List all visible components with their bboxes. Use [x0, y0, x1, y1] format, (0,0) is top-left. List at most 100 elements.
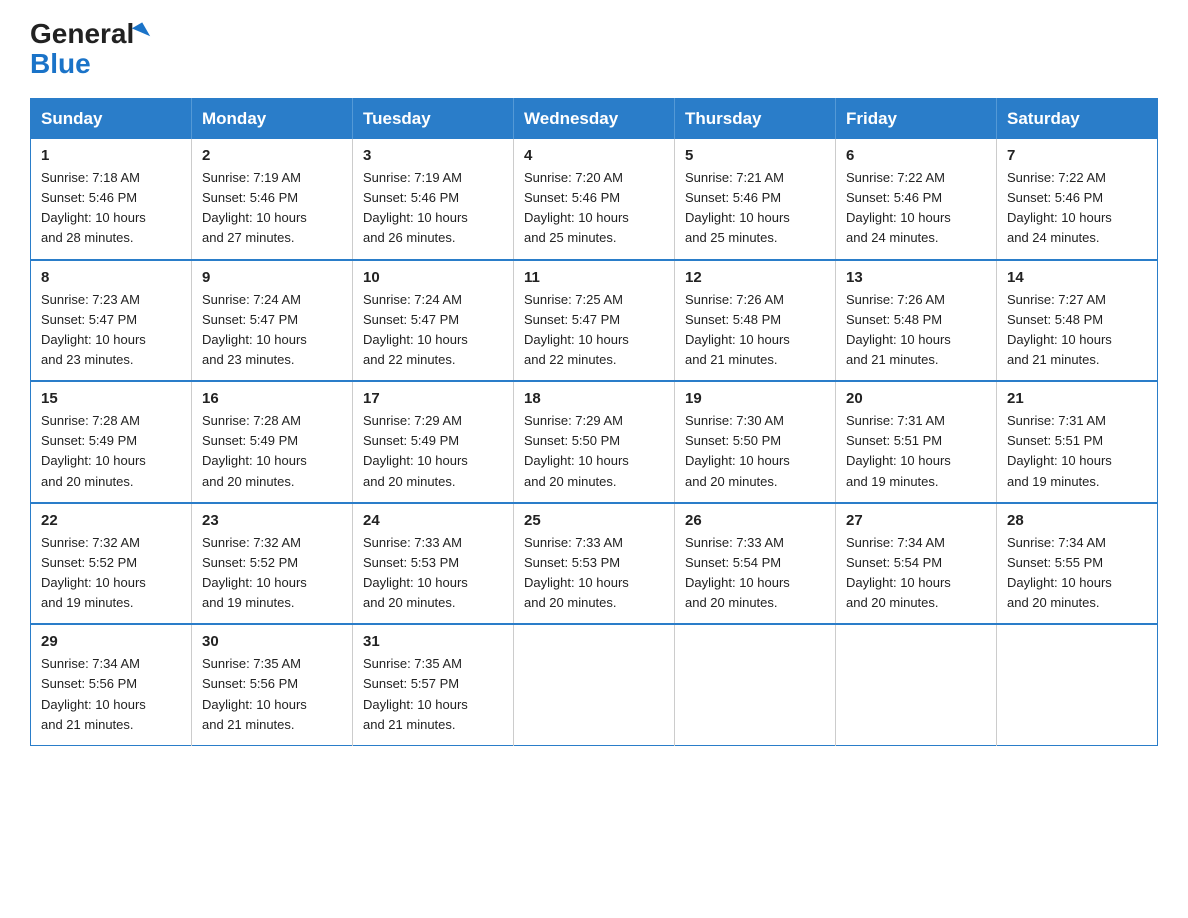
- day-info: Sunrise: 7:35 AMSunset: 5:57 PMDaylight:…: [363, 654, 503, 735]
- calendar-day-cell: 20 Sunrise: 7:31 AMSunset: 5:51 PMDaylig…: [836, 381, 997, 503]
- calendar-week-row: 8 Sunrise: 7:23 AMSunset: 5:47 PMDayligh…: [31, 260, 1158, 382]
- day-number: 15: [41, 390, 181, 407]
- day-number: 2: [202, 147, 342, 164]
- day-info: Sunrise: 7:28 AMSunset: 5:49 PMDaylight:…: [41, 411, 181, 492]
- day-info: Sunrise: 7:34 AMSunset: 5:55 PMDaylight:…: [1007, 533, 1147, 614]
- day-info: Sunrise: 7:28 AMSunset: 5:49 PMDaylight:…: [202, 411, 342, 492]
- calendar-day-cell: 19 Sunrise: 7:30 AMSunset: 5:50 PMDaylig…: [675, 381, 836, 503]
- day-number: 28: [1007, 512, 1147, 529]
- calendar-week-row: 22 Sunrise: 7:32 AMSunset: 5:52 PMDaylig…: [31, 503, 1158, 625]
- day-of-week-header: Wednesday: [514, 99, 675, 140]
- day-number: 22: [41, 512, 181, 529]
- calendar-day-cell: [997, 624, 1158, 745]
- calendar-day-cell: 30 Sunrise: 7:35 AMSunset: 5:56 PMDaylig…: [192, 624, 353, 745]
- day-info: Sunrise: 7:23 AMSunset: 5:47 PMDaylight:…: [41, 290, 181, 371]
- day-number: 16: [202, 390, 342, 407]
- day-number: 17: [363, 390, 503, 407]
- day-info: Sunrise: 7:22 AMSunset: 5:46 PMDaylight:…: [1007, 168, 1147, 249]
- day-number: 14: [1007, 269, 1147, 286]
- calendar-day-cell: 5 Sunrise: 7:21 AMSunset: 5:46 PMDayligh…: [675, 139, 836, 260]
- day-number: 8: [41, 269, 181, 286]
- day-number: 27: [846, 512, 986, 529]
- day-info: Sunrise: 7:19 AMSunset: 5:46 PMDaylight:…: [363, 168, 503, 249]
- day-number: 31: [363, 633, 503, 650]
- calendar-day-cell: 21 Sunrise: 7:31 AMSunset: 5:51 PMDaylig…: [997, 381, 1158, 503]
- calendar-day-cell: 14 Sunrise: 7:27 AMSunset: 5:48 PMDaylig…: [997, 260, 1158, 382]
- day-info: Sunrise: 7:30 AMSunset: 5:50 PMDaylight:…: [685, 411, 825, 492]
- day-info: Sunrise: 7:31 AMSunset: 5:51 PMDaylight:…: [846, 411, 986, 492]
- calendar-day-cell: 2 Sunrise: 7:19 AMSunset: 5:46 PMDayligh…: [192, 139, 353, 260]
- day-number: 13: [846, 269, 986, 286]
- calendar-day-cell: 17 Sunrise: 7:29 AMSunset: 5:49 PMDaylig…: [353, 381, 514, 503]
- calendar-day-cell: 8 Sunrise: 7:23 AMSunset: 5:47 PMDayligh…: [31, 260, 192, 382]
- calendar-week-row: 29 Sunrise: 7:34 AMSunset: 5:56 PMDaylig…: [31, 624, 1158, 745]
- day-info: Sunrise: 7:24 AMSunset: 5:47 PMDaylight:…: [363, 290, 503, 371]
- day-info: Sunrise: 7:25 AMSunset: 5:47 PMDaylight:…: [524, 290, 664, 371]
- day-number: 9: [202, 269, 342, 286]
- day-info: Sunrise: 7:21 AMSunset: 5:46 PMDaylight:…: [685, 168, 825, 249]
- calendar-day-cell: 25 Sunrise: 7:33 AMSunset: 5:53 PMDaylig…: [514, 503, 675, 625]
- day-number: 4: [524, 147, 664, 164]
- day-info: Sunrise: 7:33 AMSunset: 5:53 PMDaylight:…: [363, 533, 503, 614]
- calendar-table: SundayMondayTuesdayWednesdayThursdayFrid…: [30, 98, 1158, 746]
- calendar-day-cell: 11 Sunrise: 7:25 AMSunset: 5:47 PMDaylig…: [514, 260, 675, 382]
- day-info: Sunrise: 7:19 AMSunset: 5:46 PMDaylight:…: [202, 168, 342, 249]
- day-number: 19: [685, 390, 825, 407]
- page-header: General Blue: [30, 20, 1158, 80]
- day-info: Sunrise: 7:32 AMSunset: 5:52 PMDaylight:…: [41, 533, 181, 614]
- day-number: 7: [1007, 147, 1147, 164]
- day-info: Sunrise: 7:33 AMSunset: 5:54 PMDaylight:…: [685, 533, 825, 614]
- day-of-week-header: Friday: [836, 99, 997, 140]
- day-info: Sunrise: 7:26 AMSunset: 5:48 PMDaylight:…: [846, 290, 986, 371]
- calendar-day-cell: 22 Sunrise: 7:32 AMSunset: 5:52 PMDaylig…: [31, 503, 192, 625]
- day-info: Sunrise: 7:34 AMSunset: 5:56 PMDaylight:…: [41, 654, 181, 735]
- day-of-week-header: Thursday: [675, 99, 836, 140]
- day-info: Sunrise: 7:33 AMSunset: 5:53 PMDaylight:…: [524, 533, 664, 614]
- calendar-day-cell: 6 Sunrise: 7:22 AMSunset: 5:46 PMDayligh…: [836, 139, 997, 260]
- day-number: 25: [524, 512, 664, 529]
- calendar-day-cell: 16 Sunrise: 7:28 AMSunset: 5:49 PMDaylig…: [192, 381, 353, 503]
- day-info: Sunrise: 7:26 AMSunset: 5:48 PMDaylight:…: [685, 290, 825, 371]
- calendar-day-cell: 10 Sunrise: 7:24 AMSunset: 5:47 PMDaylig…: [353, 260, 514, 382]
- calendar-day-cell: 1 Sunrise: 7:18 AMSunset: 5:46 PMDayligh…: [31, 139, 192, 260]
- day-info: Sunrise: 7:24 AMSunset: 5:47 PMDaylight:…: [202, 290, 342, 371]
- day-info: Sunrise: 7:18 AMSunset: 5:46 PMDaylight:…: [41, 168, 181, 249]
- day-number: 23: [202, 512, 342, 529]
- day-number: 21: [1007, 390, 1147, 407]
- day-number: 30: [202, 633, 342, 650]
- calendar-week-row: 1 Sunrise: 7:18 AMSunset: 5:46 PMDayligh…: [31, 139, 1158, 260]
- day-info: Sunrise: 7:31 AMSunset: 5:51 PMDaylight:…: [1007, 411, 1147, 492]
- day-info: Sunrise: 7:29 AMSunset: 5:49 PMDaylight:…: [363, 411, 503, 492]
- calendar-day-cell: 13 Sunrise: 7:26 AMSunset: 5:48 PMDaylig…: [836, 260, 997, 382]
- logo: General Blue: [30, 20, 148, 80]
- day-number: 1: [41, 147, 181, 164]
- day-number: 3: [363, 147, 503, 164]
- calendar-day-cell: 4 Sunrise: 7:20 AMSunset: 5:46 PMDayligh…: [514, 139, 675, 260]
- calendar-week-row: 15 Sunrise: 7:28 AMSunset: 5:49 PMDaylig…: [31, 381, 1158, 503]
- logo-arrow-icon: [132, 22, 150, 42]
- day-info: Sunrise: 7:35 AMSunset: 5:56 PMDaylight:…: [202, 654, 342, 735]
- calendar-day-cell: [675, 624, 836, 745]
- calendar-day-cell: 12 Sunrise: 7:26 AMSunset: 5:48 PMDaylig…: [675, 260, 836, 382]
- day-number: 10: [363, 269, 503, 286]
- calendar-header-row: SundayMondayTuesdayWednesdayThursdayFrid…: [31, 99, 1158, 140]
- day-number: 6: [846, 147, 986, 164]
- day-of-week-header: Tuesday: [353, 99, 514, 140]
- calendar-day-cell: 26 Sunrise: 7:33 AMSunset: 5:54 PMDaylig…: [675, 503, 836, 625]
- calendar-day-cell: [836, 624, 997, 745]
- day-of-week-header: Monday: [192, 99, 353, 140]
- day-number: 5: [685, 147, 825, 164]
- day-number: 26: [685, 512, 825, 529]
- day-info: Sunrise: 7:32 AMSunset: 5:52 PMDaylight:…: [202, 533, 342, 614]
- calendar-day-cell: 15 Sunrise: 7:28 AMSunset: 5:49 PMDaylig…: [31, 381, 192, 503]
- calendar-day-cell: 18 Sunrise: 7:29 AMSunset: 5:50 PMDaylig…: [514, 381, 675, 503]
- day-number: 11: [524, 269, 664, 286]
- calendar-day-cell: 3 Sunrise: 7:19 AMSunset: 5:46 PMDayligh…: [353, 139, 514, 260]
- day-number: 12: [685, 269, 825, 286]
- calendar-day-cell: 24 Sunrise: 7:33 AMSunset: 5:53 PMDaylig…: [353, 503, 514, 625]
- calendar-day-cell: 23 Sunrise: 7:32 AMSunset: 5:52 PMDaylig…: [192, 503, 353, 625]
- day-of-week-header: Saturday: [997, 99, 1158, 140]
- day-info: Sunrise: 7:27 AMSunset: 5:48 PMDaylight:…: [1007, 290, 1147, 371]
- day-info: Sunrise: 7:20 AMSunset: 5:46 PMDaylight:…: [524, 168, 664, 249]
- calendar-day-cell: 31 Sunrise: 7:35 AMSunset: 5:57 PMDaylig…: [353, 624, 514, 745]
